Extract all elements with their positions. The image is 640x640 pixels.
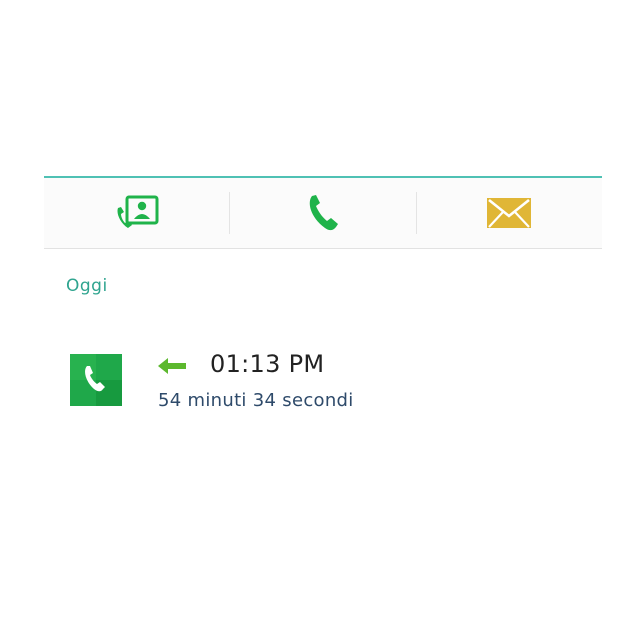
call-duration: 54 minuti 34 secondi [158,390,354,411]
contact-details-button[interactable] [44,178,229,248]
action-toolbar [44,178,602,249]
arrow-left-icon [158,358,186,374]
section-header-today: Oggi [66,276,108,296]
call-detail-screen: Oggi 01:13 PM 54 minuti 34 secondi [0,0,640,640]
call-log-entry[interactable]: 01:13 PM 54 minuti 34 secondi [70,350,590,412]
call-time: 01:13 PM [210,350,325,378]
envelope-icon [487,198,532,228]
message-button[interactable] [417,178,602,248]
contact-card-phone-icon [117,195,159,228]
phone-icon [70,354,122,406]
call-button[interactable] [230,178,415,248]
phone-icon [309,195,338,231]
